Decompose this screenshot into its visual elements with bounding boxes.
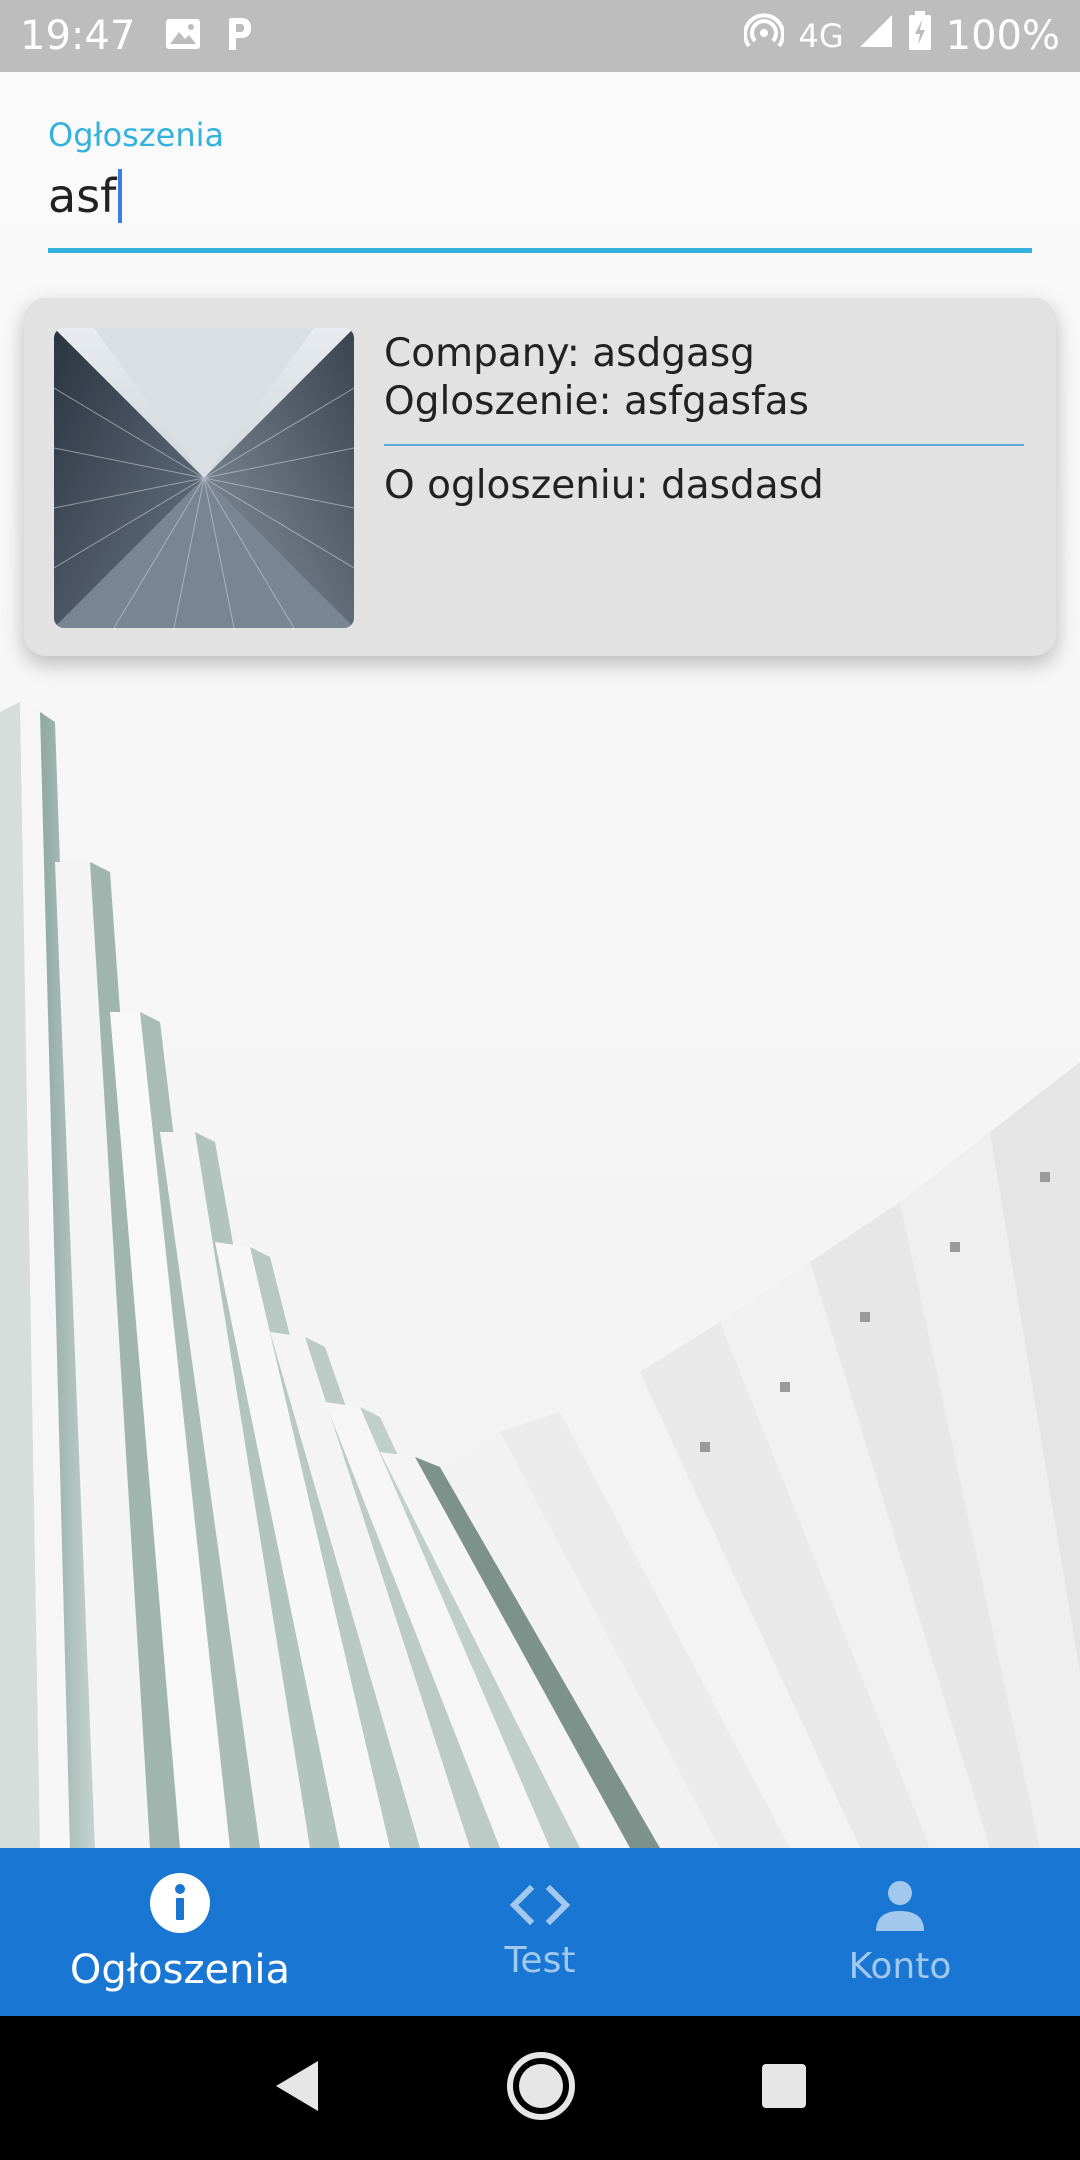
card-text: Company: asdgasg Ogloszenie: asfgasfas O… [384,328,1026,626]
nav-item-test[interactable]: Test [360,1848,720,2016]
nav-item-ogloszenia[interactable]: Ogłoszenia [0,1848,360,2016]
card-about: O ogloszeniu: dasdasd [384,463,824,508]
result-card[interactable]: Company: asdgasg Ogloszenie: asfgasfas O… [24,298,1056,656]
battery-icon [908,11,932,61]
search-input-value[interactable]: asf [48,169,116,223]
nav-label-konto: Konto [848,1946,952,1987]
bottom-navigation: Ogłoszenia Test Konto [0,1848,1080,2016]
home-icon[interactable] [506,2051,576,2126]
network-type: 4G [798,17,844,55]
status-time: 19:47 [20,13,136,59]
system-navigation-bar [0,2016,1080,2160]
search-underline [48,248,1032,253]
code-icon [508,1883,572,1932]
search-input[interactable]: asf [48,166,1032,226]
person-icon [872,1877,928,1938]
info-icon [149,1872,211,1939]
back-icon[interactable] [272,2059,322,2118]
parking-notification-icon [223,16,255,57]
search-field[interactable]: Ogłoszenia asf [48,116,1032,253]
recents-icon[interactable] [760,2062,808,2115]
text-cursor [118,169,123,223]
image-notification-icon [165,18,201,55]
signal-icon [858,13,894,59]
battery-level: 100% [945,13,1060,59]
hotspot-icon [743,11,786,61]
status-bar: 19:47 4G 100% [0,0,1080,72]
nav-item-konto[interactable]: Konto [720,1848,1080,2016]
nav-label-test: Test [504,1940,576,1981]
card-company: Company: asdgasg [384,331,755,376]
nav-label-ogloszenia: Ogłoszenia [69,1946,291,1993]
card-title: Ogloszenie: asfgasfas [384,379,809,424]
card-divider [384,444,1024,446]
search-label: Ogłoszenia [48,116,225,154]
card-thumbnail [54,328,354,628]
